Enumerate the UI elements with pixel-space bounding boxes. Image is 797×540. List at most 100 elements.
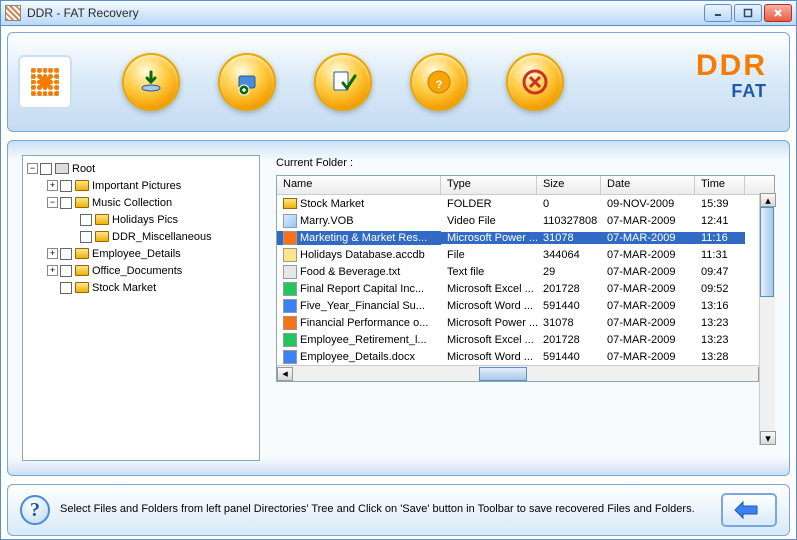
file-type: File [441,249,537,261]
file-name: Employee_Details.docx [300,351,415,363]
tree-item-label: Music Collection [92,197,172,209]
tree-item[interactable]: − Music Collection [25,194,257,211]
minimize-button[interactable] [704,4,732,22]
file-name: Marketing & Market Res... [300,232,427,244]
titlebar[interactable]: DDR - FAT Recovery [0,0,797,26]
scroll-thumb[interactable] [479,367,527,381]
horizontal-scrollbar[interactable]: ◂ ▸ [277,365,774,381]
computer-icon [55,163,69,174]
scroll-up-icon[interactable]: ▴ [760,193,776,207]
checkbox[interactable] [60,197,72,209]
column-date[interactable]: Date [601,176,695,194]
maximize-button[interactable] [734,4,762,22]
checkbox[interactable] [60,265,72,277]
txt-icon [283,265,297,279]
tree-item[interactable]: Stock Market [25,279,257,296]
column-size[interactable]: Size [537,176,601,194]
table-header: Name Type Size Date Time [277,176,774,195]
save-button[interactable] [122,53,180,111]
file-name: Financial Performance o... [300,317,428,329]
file-size: 0 [537,198,601,210]
checkbox[interactable] [60,248,72,260]
content-panel: − Root +Important Pictures − Music Collect… [7,140,790,476]
info-icon: ? [20,495,50,525]
checkbox[interactable] [60,180,72,192]
checkbox[interactable] [40,163,52,175]
expand-icon[interactable]: + [47,180,58,191]
file-type: Microsoft Word ... [441,351,537,363]
file-list-panel: Current Folder : Name Type Size Date Tim… [276,155,775,461]
expand-icon[interactable]: − [47,197,58,208]
brand-label: DDR FAT [696,51,767,102]
checkbox[interactable] [80,231,92,243]
scroll-left-icon[interactable]: ◂ [277,367,293,381]
file-date: 07-MAR-2009 [601,232,695,244]
column-type[interactable]: Type [441,176,537,194]
file-type: Text file [441,266,537,278]
folder-icon [95,214,109,225]
file-name: Holidays Database.accdb [300,249,425,261]
file-time: 11:31 [695,249,745,261]
file-date: 09-NOV-2009 [601,198,695,210]
folder-icon [75,197,89,208]
file-name: Stock Market [300,198,364,210]
ppt-icon [283,316,297,330]
footer-text: Select Files and Folders from left panel… [60,502,711,517]
file-type: Microsoft Word ... [441,300,537,312]
file-type: FOLDER [441,198,537,210]
help-button[interactable]: ? [410,53,468,111]
table-row[interactable]: Financial Performance o...Microsoft Powe… [277,314,774,331]
directory-tree[interactable]: − Root +Important Pictures − Music Collect… [22,155,260,461]
scroll-down-icon[interactable]: ▾ [760,431,776,445]
table-row[interactable]: Employee_Details.docx Microsoft Word ...5… [277,348,774,365]
cancel-button[interactable] [506,53,564,111]
expand-icon[interactable]: + [47,265,58,276]
open-button[interactable] [218,53,276,111]
file-date: 07-MAR-2009 [601,351,695,363]
table-row[interactable]: Food & Beverage.txtText file2907-MAR-200… [277,263,774,280]
table-row[interactable]: Holidays Database.accdbFile34406407-MAR-… [277,246,774,263]
expand-icon[interactable]: + [47,248,58,259]
back-button[interactable] [721,493,777,527]
checkbox[interactable] [60,282,72,294]
file-time: 13:23 [695,317,745,329]
tree-item[interactable]: +Office_Documents [25,262,257,279]
column-name[interactable]: Name [277,176,441,194]
file-size: 591440 [537,351,601,363]
file-name: Employee_Retirement_l... [300,334,427,346]
collapse-icon[interactable]: − [27,163,38,174]
file-type: Microsoft Excel ... [441,334,537,346]
table-row[interactable]: Final Report Capital Inc...Microsoft Exc… [277,280,774,297]
column-time[interactable]: Time [695,176,745,194]
app-logo-icon [31,68,59,96]
check-button[interactable] [314,53,372,111]
file-date: 07-MAR-2009 [601,300,695,312]
drive-icon [232,67,262,97]
current-folder-label: Current Folder : [276,155,775,169]
close-button[interactable] [764,4,792,22]
tree-item[interactable]: +Important Pictures [25,177,257,194]
folder-icon [75,282,89,293]
file-size: 344064 [537,249,601,261]
tree-root[interactable]: − Root [25,160,257,177]
tree-item[interactable]: DDR_Miscellaneous [25,228,257,245]
table-row[interactable]: Marketing & Market Res...Microsoft Power… [277,229,774,246]
doc-icon [283,299,297,313]
table-row[interactable]: Employee_Retirement_l... Microsoft Excel … [277,331,774,348]
file-name: Marry.VOB [300,215,354,227]
save-disk-icon [136,67,166,97]
scroll-thumb-v[interactable] [760,207,774,297]
table-row[interactable]: Stock MarketFOLDER009-NOV-200915:39 [277,195,774,212]
brand-ddr: DDR [696,51,767,81]
table-row[interactable]: Marry.VOBVideo File11032780807-MAR-20091… [277,212,774,229]
db-icon [283,248,297,262]
file-time: 11:16 [695,232,745,244]
tree-item[interactable]: Holidays Pics [25,211,257,228]
table-row[interactable]: Five_Year_Financial Su...Microsoft Word … [277,297,774,314]
file-table[interactable]: Name Type Size Date Time Stock Market FOL… [276,175,775,382]
tree-item[interactable]: +Employee_Details [25,245,257,262]
file-date: 07-MAR-2009 [601,317,695,329]
file-size: 31078 [537,317,601,329]
vertical-scrollbar[interactable]: ▴ ▾ [759,193,775,445]
checkbox[interactable] [80,214,92,226]
